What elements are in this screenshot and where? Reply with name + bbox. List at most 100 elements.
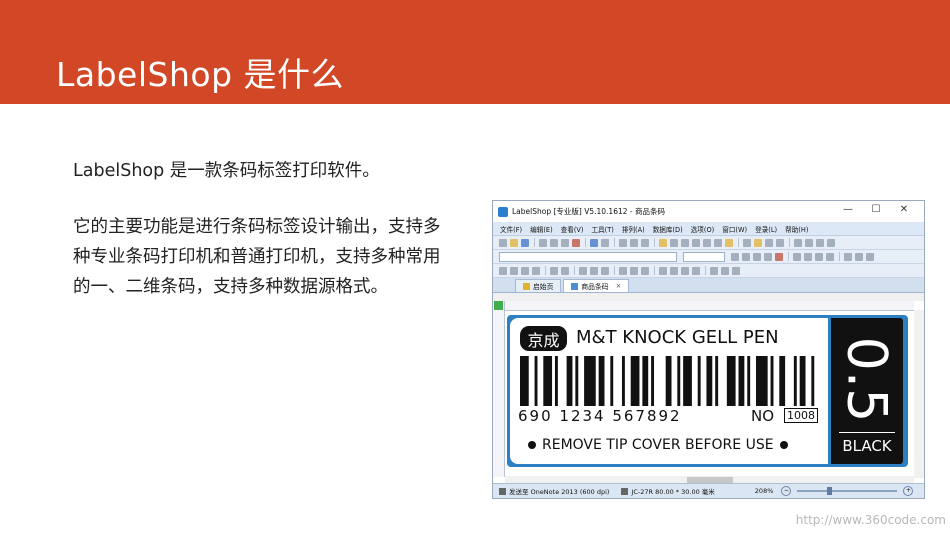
pointer-tool-icon[interactable] xyxy=(659,238,667,247)
zoom-in-button[interactable]: + xyxy=(903,486,914,496)
barcode-image[interactable] xyxy=(520,356,823,406)
print-icon[interactable] xyxy=(641,238,649,247)
data-source-icon[interactable] xyxy=(743,238,751,247)
barcode-label[interactable]: 京成 M&T KNOCK GELL PEN 690 1234 567892 NO… xyxy=(507,315,908,467)
last-page-icon[interactable] xyxy=(827,238,835,247)
bold-icon[interactable] xyxy=(731,252,739,261)
zoom-slider-knob[interactable] xyxy=(827,487,833,495)
flip-icon[interactable] xyxy=(601,266,609,275)
page-setup-icon[interactable] xyxy=(630,238,638,247)
same-width-icon[interactable] xyxy=(619,266,627,275)
maximize-button[interactable]: ☐ xyxy=(862,204,890,215)
backward-icon[interactable] xyxy=(692,266,700,275)
properties-icon[interactable] xyxy=(866,252,874,261)
align-objects-bottom-icon[interactable] xyxy=(532,266,540,275)
forward-icon[interactable] xyxy=(681,266,689,275)
minimize-button[interactable]: — xyxy=(834,204,862,215)
distribute-horizontal-icon[interactable] xyxy=(550,266,558,275)
zoom-in-icon[interactable] xyxy=(765,238,773,247)
align-left-icon[interactable] xyxy=(793,252,801,261)
menu-database[interactable]: 数据库(D) xyxy=(653,224,683,234)
tab-start-page[interactable]: 启始页 xyxy=(515,279,562,292)
menu-view[interactable]: 查看(V) xyxy=(561,224,584,234)
open-folder-icon[interactable] xyxy=(510,238,518,247)
barcode-tool-icon[interactable] xyxy=(670,238,678,247)
menu-edit[interactable]: 编辑(E) xyxy=(530,224,553,234)
menu-arrange[interactable]: 排列(A) xyxy=(622,224,645,234)
image-tool-icon[interactable] xyxy=(725,238,733,247)
paste-icon[interactable] xyxy=(561,238,569,247)
next-page-icon[interactable] xyxy=(816,238,824,247)
font-size-select[interactable] xyxy=(683,251,725,262)
menu-login[interactable]: 登录(L) xyxy=(755,224,777,234)
align-objects-top-icon[interactable] xyxy=(510,266,518,275)
text-tool-icon[interactable] xyxy=(681,238,689,247)
font-name-select[interactable] xyxy=(499,251,677,262)
ungroup-icon[interactable] xyxy=(855,252,863,261)
serial-number[interactable]: 1008 xyxy=(784,408,818,423)
ruler-origin-icon[interactable] xyxy=(494,301,503,310)
rotate-right-icon[interactable] xyxy=(590,266,598,275)
italic-icon[interactable] xyxy=(742,252,750,261)
close-button[interactable]: ✕ xyxy=(890,204,918,215)
ink-color[interactable]: BLACK xyxy=(831,437,903,455)
design-canvas[interactable]: 京成 M&T KNOCK GELL PEN 690 1234 567892 NO… xyxy=(493,301,924,485)
copy-icon[interactable] xyxy=(550,238,558,247)
diagonal-line-icon[interactable] xyxy=(703,238,711,247)
barcode-bar xyxy=(770,356,774,406)
format-toolbar xyxy=(493,250,924,264)
print-preview-icon[interactable] xyxy=(619,238,627,247)
new-file-icon[interactable] xyxy=(499,238,507,247)
center-vertical-icon[interactable] xyxy=(721,266,729,275)
zoom-out-icon[interactable] xyxy=(776,238,784,247)
underline-icon[interactable] xyxy=(753,252,761,261)
brand-logo[interactable]: 京成 xyxy=(520,326,567,351)
tab-product-barcode[interactable]: 商品条码 × xyxy=(563,279,630,292)
toolbar-divider xyxy=(789,238,790,247)
shape-tool-icon[interactable] xyxy=(714,238,722,247)
menu-window[interactable]: 窗口(W) xyxy=(722,224,747,234)
vertical-scrollbar[interactable] xyxy=(914,310,924,478)
group-icon[interactable] xyxy=(844,252,852,261)
zoom-out-button[interactable]: − xyxy=(781,486,792,496)
align-objects-left-icon[interactable] xyxy=(499,266,507,275)
menu-bar: 文件(F) 编辑(E) 查看(V) 工具(T) 排列(A) 数据库(D) 选项(… xyxy=(493,222,924,236)
align-center-icon[interactable] xyxy=(804,252,812,261)
first-page-icon[interactable] xyxy=(794,238,802,247)
line-tool-icon[interactable] xyxy=(692,238,700,247)
menu-tools[interactable]: 工具(T) xyxy=(591,224,613,234)
menu-options[interactable]: 选项(O) xyxy=(691,224,715,234)
same-size-icon[interactable] xyxy=(641,266,649,275)
warning-text-row[interactable]: REMOVE TIP COVER BEFORE USE xyxy=(522,437,794,453)
bring-front-icon[interactable] xyxy=(659,266,667,275)
grid-icon[interactable] xyxy=(732,266,740,275)
prev-page-icon[interactable] xyxy=(805,238,813,247)
tip-size[interactable]: 0.5 xyxy=(836,336,899,422)
undo-icon[interactable] xyxy=(590,238,598,247)
lock-icon[interactable] xyxy=(754,238,762,247)
justify-icon[interactable] xyxy=(826,252,834,261)
zoom-slider[interactable] xyxy=(797,487,898,495)
same-height-icon[interactable] xyxy=(630,266,638,275)
status-printer[interactable]: 发送至 OneNote 2013 (600 dpi) xyxy=(493,486,615,496)
align-right-icon[interactable] xyxy=(815,252,823,261)
tab-close-icon[interactable]: × xyxy=(616,282,622,290)
align-objects-right-icon[interactable] xyxy=(521,266,529,275)
menu-help[interactable]: 帮助(H) xyxy=(785,224,808,234)
redo-icon[interactable] xyxy=(601,238,609,247)
delete-icon[interactable] xyxy=(572,238,580,247)
send-back-icon[interactable] xyxy=(670,266,678,275)
text-border-icon[interactable] xyxy=(764,252,772,261)
cut-icon[interactable] xyxy=(539,238,547,247)
menu-file[interactable]: 文件(F) xyxy=(500,224,522,234)
product-name[interactable]: M&T KNOCK GELL PEN xyxy=(576,327,779,348)
rotate-left-icon[interactable] xyxy=(579,266,587,275)
serial-label[interactable]: NO xyxy=(751,407,774,425)
font-color-icon[interactable] xyxy=(775,252,783,261)
barcode-digits[interactable]: 690 1234 567892 xyxy=(518,407,682,425)
panel-divider xyxy=(839,432,895,433)
distribute-vertical-icon[interactable] xyxy=(561,266,569,275)
center-horizontal-icon[interactable] xyxy=(710,266,718,275)
status-label-size[interactable]: JC-27R 80.00 * 30.00 毫米 xyxy=(615,486,720,496)
save-icon[interactable] xyxy=(521,238,529,247)
